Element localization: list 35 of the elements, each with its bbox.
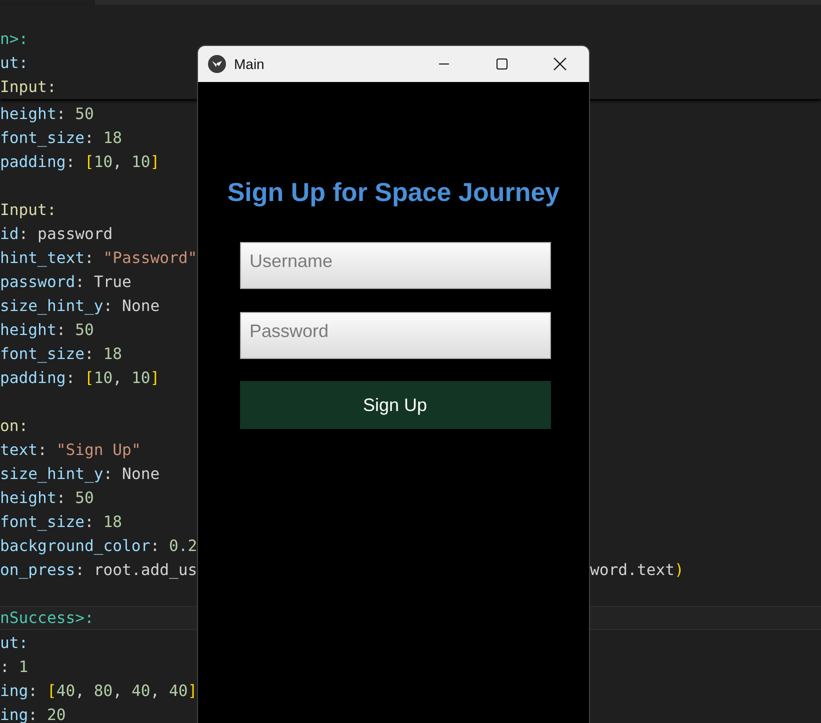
code-line: ut: <box>0 53 28 74</box>
username-field[interactable]: Username <box>240 242 550 289</box>
code-line: height: 50 <box>0 322 94 338</box>
code-line: id: password <box>0 226 113 242</box>
code-line: password: True <box>0 274 132 290</box>
code-line: padding: [10, 10] <box>0 154 160 170</box>
code-line: height: 50 <box>0 490 94 506</box>
code-line: font_size: 18 <box>0 514 122 530</box>
code-line: hint_text: "Password" <box>0 250 198 266</box>
app-logo-icon <box>208 55 226 73</box>
code-line: ing: 20 <box>0 706 66 723</box>
window-title: Main <box>234 56 264 72</box>
code-line: text: "Sign Up" <box>0 442 141 458</box>
code-line: height: 50 <box>0 106 94 122</box>
code-line: size_hint_y: None <box>0 466 160 482</box>
code-line: on_press: root.add_us <box>0 562 198 578</box>
password-field[interactable]: Password <box>240 312 550 359</box>
signup-button[interactable]: Sign Up <box>240 381 550 429</box>
code-line: n>: <box>0 29 28 50</box>
code-line: ut: <box>0 634 28 652</box>
code-line: nSuccess>: <box>0 609 94 627</box>
maximize-icon <box>496 58 508 70</box>
close-icon <box>553 57 567 71</box>
signup-heading: Sign Up for Space Journey <box>227 176 560 208</box>
code-line: background_color: 0.2 <box>0 538 198 554</box>
code-line: Input: <box>0 77 56 98</box>
code-line: on: <box>0 418 28 434</box>
code-line: font_size: 18 <box>0 346 122 362</box>
code-line: word.text) <box>590 562 684 578</box>
code-line: ing: [40, 80, 40, 40] <box>0 682 198 700</box>
code-line: padding: [10, 10] <box>0 370 160 386</box>
code-line: size_hint_y: None <box>0 298 160 314</box>
code-line: Input: <box>0 202 56 218</box>
code-line: font_size: 18 <box>0 130 122 146</box>
code-line: : 1 <box>0 658 28 676</box>
